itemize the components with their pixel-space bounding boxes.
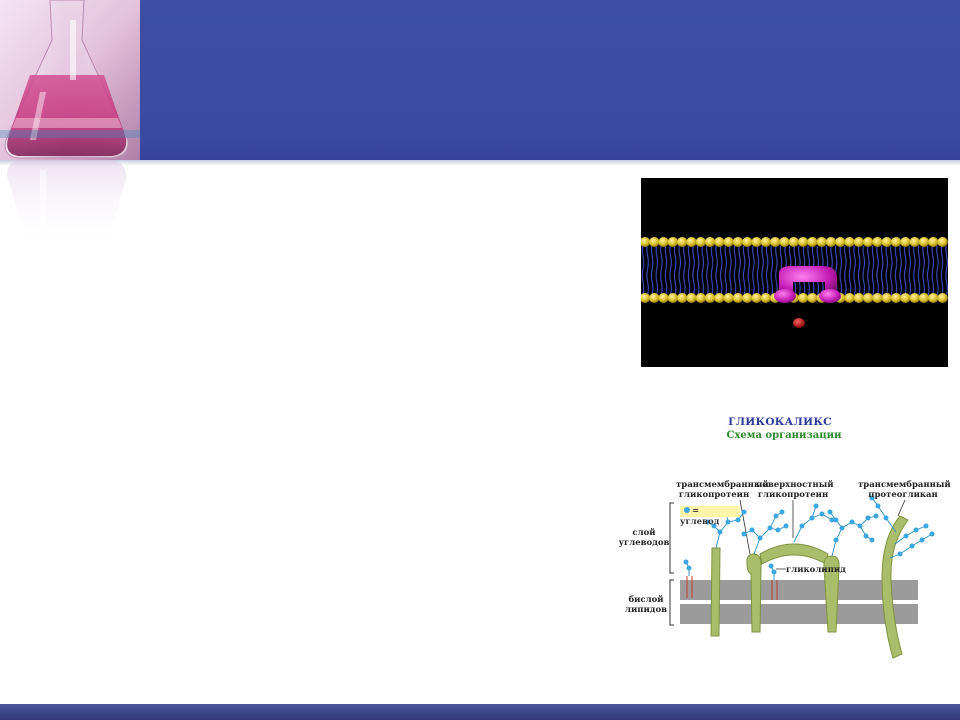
lipid-head bbox=[732, 293, 744, 303]
lipid-head bbox=[667, 293, 679, 303]
lipid-head bbox=[928, 237, 939, 247]
lipid-head bbox=[686, 293, 697, 303]
lipid-head bbox=[742, 293, 753, 303]
glycocalyx-figure: ГЛИКОКАЛИКС Схема организации трансмембр… bbox=[610, 408, 951, 670]
lipid-head bbox=[770, 237, 781, 247]
lipid-head bbox=[835, 237, 846, 247]
lipid-head bbox=[863, 237, 874, 247]
lipid-head bbox=[704, 293, 716, 303]
label-glycolipid: гликолипид bbox=[786, 565, 846, 575]
flask-photo bbox=[0, 0, 140, 160]
lipid-head bbox=[890, 293, 902, 303]
lipid-head bbox=[844, 237, 855, 247]
lipid-head bbox=[816, 237, 827, 247]
lipid-head bbox=[807, 237, 818, 247]
lipid-head bbox=[853, 293, 865, 303]
lipid-head bbox=[658, 237, 669, 247]
footer-band bbox=[0, 704, 960, 720]
lipid-head bbox=[677, 293, 688, 303]
label-carb-layer: слой углеводов bbox=[618, 528, 670, 548]
lipid-head bbox=[797, 293, 809, 303]
lipid-head bbox=[825, 237, 837, 247]
lipid-head bbox=[714, 237, 725, 247]
lipid-head bbox=[779, 237, 790, 247]
lipid-head bbox=[909, 237, 920, 247]
lipid-head bbox=[797, 237, 809, 247]
lipid-head bbox=[667, 237, 679, 247]
lipid-head bbox=[695, 237, 706, 247]
lipid-head bbox=[760, 293, 772, 303]
lipid-head bbox=[649, 293, 660, 303]
lipid-head bbox=[918, 237, 930, 247]
lipid-head bbox=[751, 293, 762, 303]
carbohydrate-icon bbox=[684, 507, 690, 513]
lipid-head bbox=[872, 293, 883, 303]
lipid-head bbox=[649, 237, 660, 247]
flask-reflection bbox=[7, 160, 127, 250]
lipid-head bbox=[714, 293, 725, 303]
lipid-head bbox=[658, 293, 669, 303]
label-lipid-bilayer: бислой липидов bbox=[624, 595, 668, 615]
lipid-head bbox=[732, 237, 744, 247]
label-tm-glycoprotein: трансмембранный гликопротеин bbox=[676, 480, 769, 500]
lipid-head bbox=[704, 237, 716, 247]
lipid-head bbox=[760, 237, 772, 247]
lipid-head bbox=[751, 237, 762, 247]
lipid-head bbox=[723, 237, 734, 247]
lipid-head bbox=[872, 237, 883, 247]
lipid-head bbox=[881, 293, 892, 303]
lipid-head bbox=[723, 293, 734, 303]
legend-carbohydrate: = углевод bbox=[680, 506, 740, 527]
lipid-head bbox=[890, 237, 902, 247]
lipid-head bbox=[918, 293, 930, 303]
header-band bbox=[0, 0, 960, 160]
lipid-head bbox=[844, 293, 855, 303]
lipid-head bbox=[909, 293, 920, 303]
lipid-head bbox=[686, 237, 697, 247]
lipid-head bbox=[853, 237, 865, 247]
membrane-image bbox=[641, 178, 948, 367]
lipid-head bbox=[695, 293, 706, 303]
label-surface-glycoprotein: поверхностный гликопротеин bbox=[756, 480, 834, 500]
lipid-head bbox=[677, 237, 688, 247]
lipid-head bbox=[881, 237, 892, 247]
lipid-head bbox=[742, 237, 753, 247]
lipid-head bbox=[788, 237, 799, 247]
lipid-head bbox=[900, 293, 911, 303]
lipid-head bbox=[928, 293, 939, 303]
label-tm-proteoglycan: трансмембранный протеогликан bbox=[858, 480, 951, 500]
lipid-head bbox=[900, 237, 911, 247]
lipid-head bbox=[937, 293, 948, 303]
header-shadow bbox=[0, 160, 960, 166]
lipid-head bbox=[807, 293, 818, 303]
lipid-head bbox=[937, 237, 948, 247]
lipid-head bbox=[863, 293, 874, 303]
